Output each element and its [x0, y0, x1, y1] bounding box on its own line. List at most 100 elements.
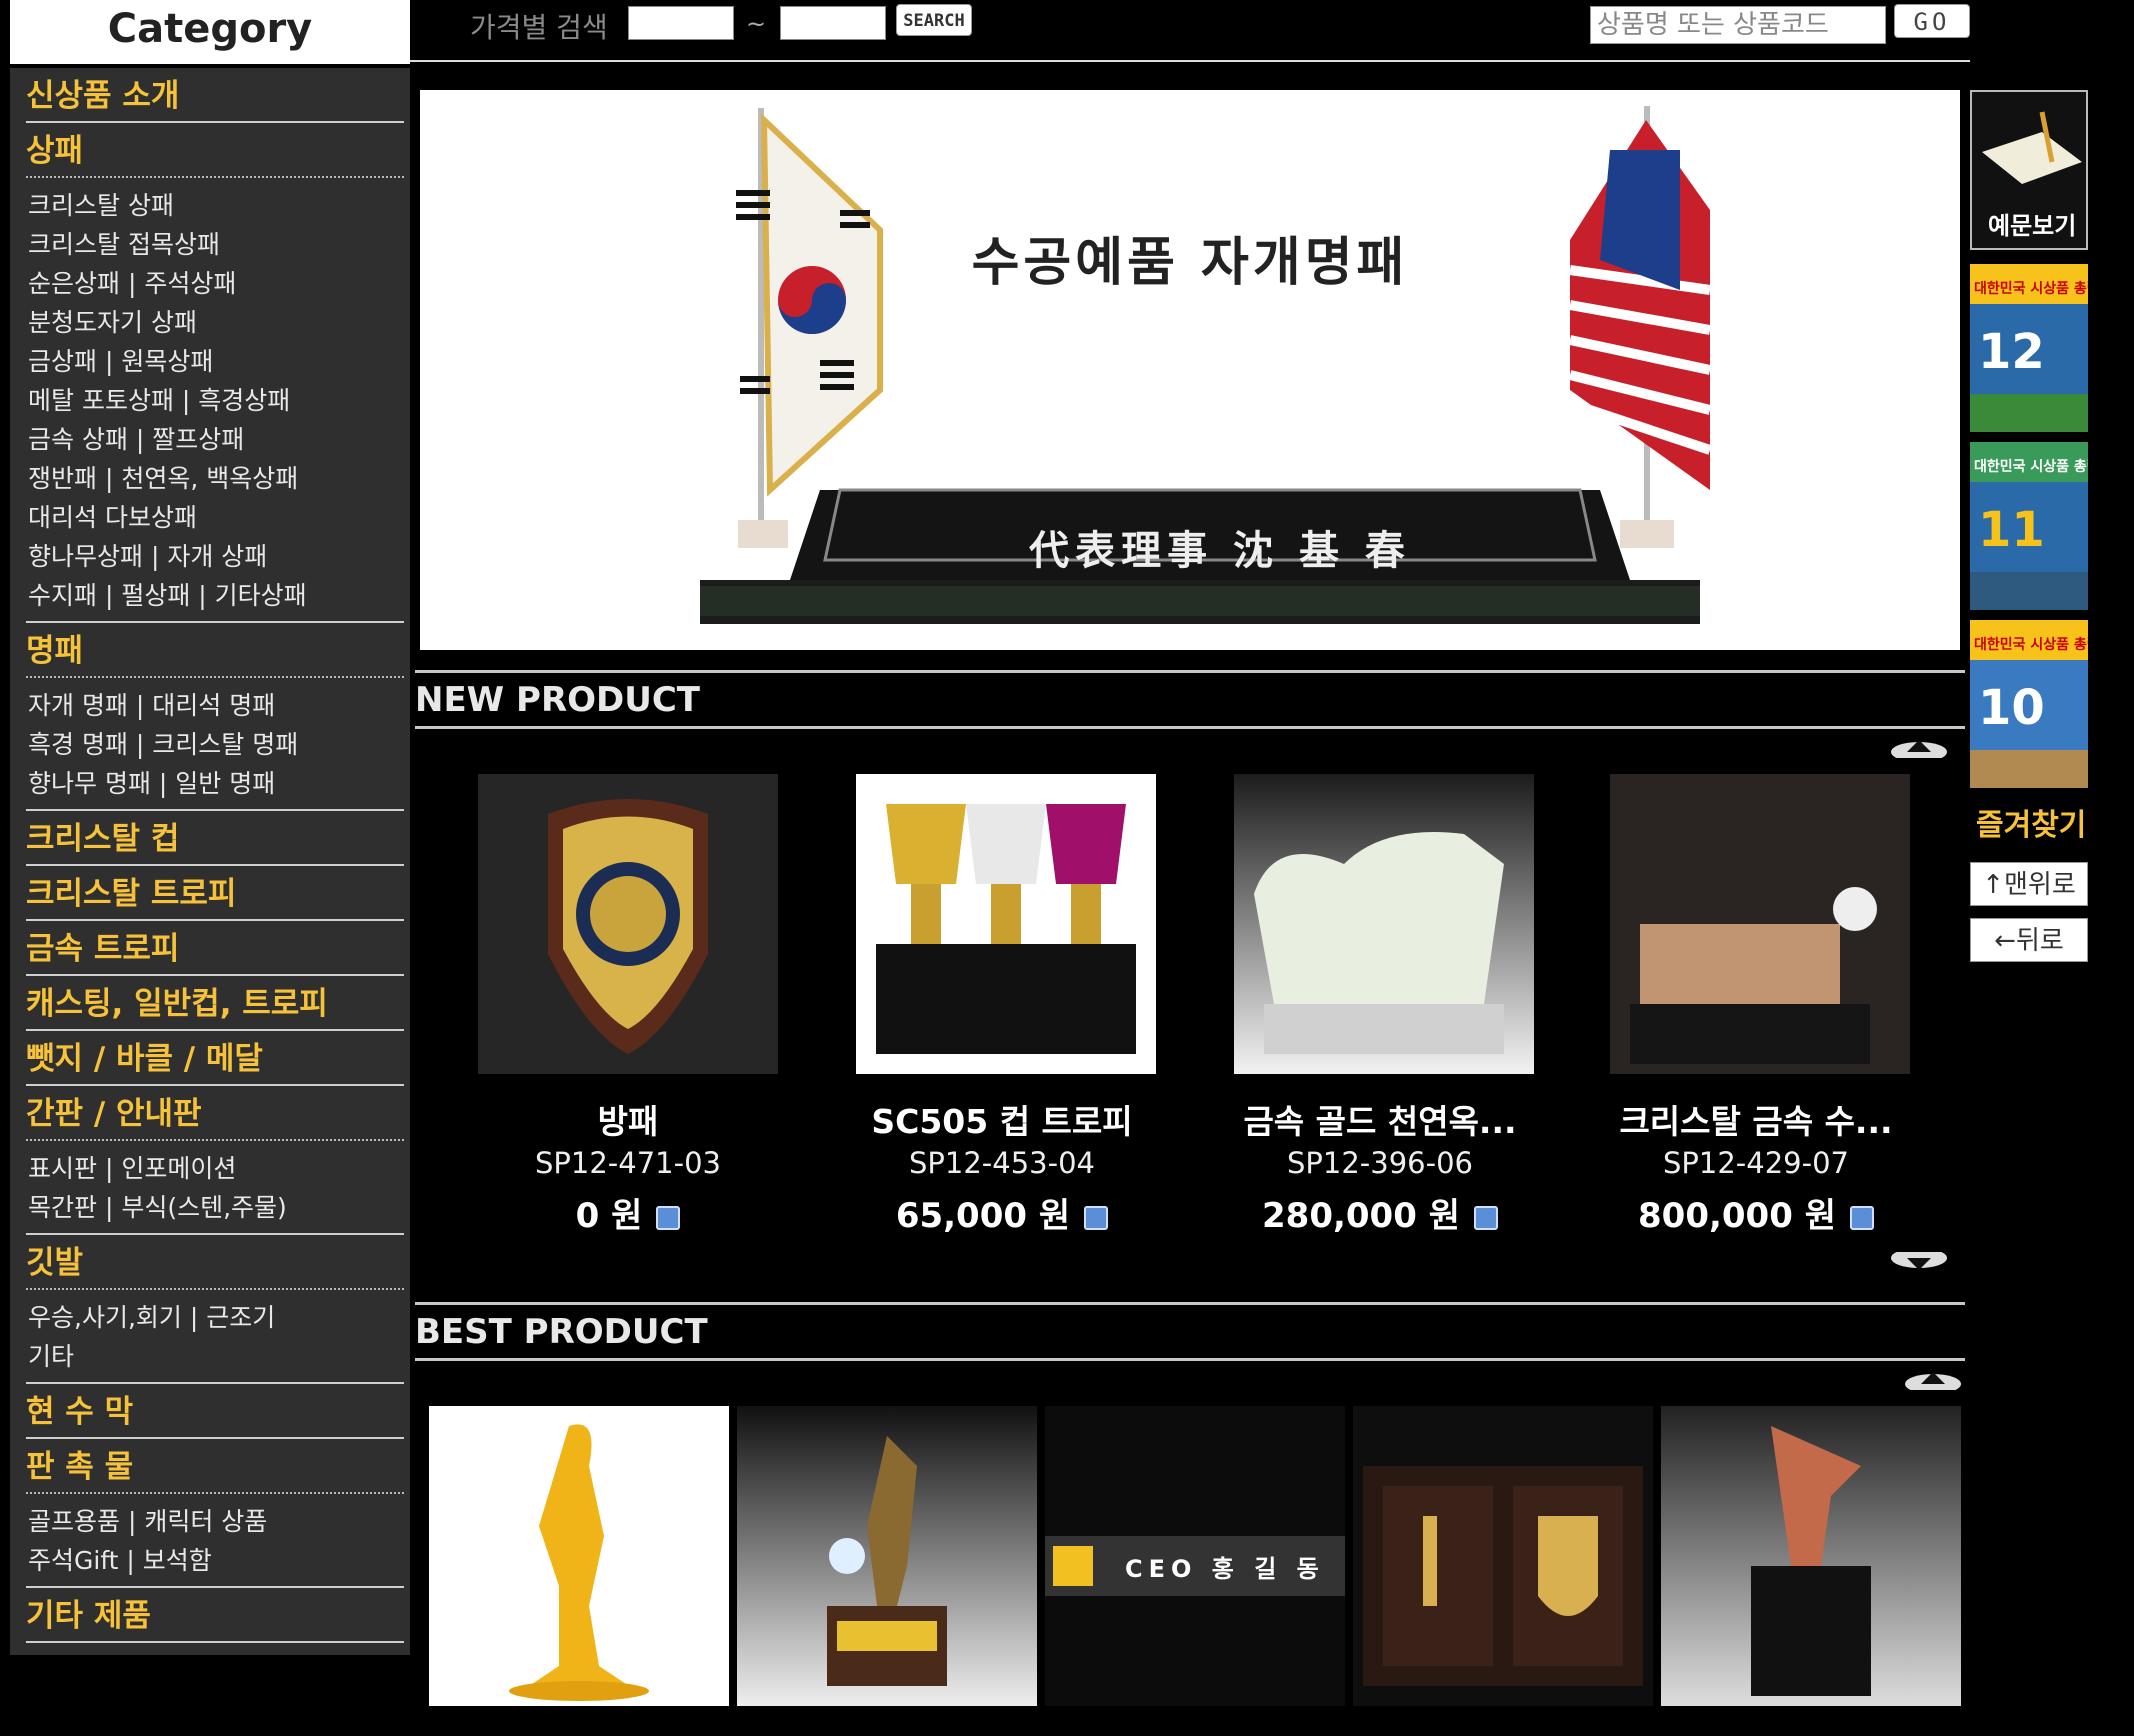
- sidebar-category-label: 간판 / 안내판: [26, 1096, 202, 1132]
- sidebar-subcategory[interactable]: 수지패 | 펄상패 | 기타상패: [28, 578, 307, 614]
- sidebar-divider: [26, 1084, 404, 1086]
- price-value: 800,000 원: [1638, 1196, 1836, 1236]
- sidebar-subcategory[interactable]: 금상패 | 원목상패: [28, 344, 213, 380]
- sidebar-category-label: 현 수 막: [26, 1394, 134, 1430]
- sidebar-subcategory[interactable]: 골프용품 | 캐릭터 상품: [28, 1504, 267, 1540]
- sidebar-subcategory[interactable]: 금속 상패 | 짤프상패: [28, 422, 244, 458]
- cart-icon[interactable]: [1473, 1205, 1498, 1230]
- sidebar-category[interactable]: 크리스탈 트로피: [26, 872, 396, 916]
- sidebar-subcategory[interactable]: 순은상패 | 주석상패: [28, 266, 236, 302]
- sidebar-subcategory[interactable]: 향나무 명패 | 일반 명패: [28, 766, 275, 802]
- price-max-input[interactable]: [780, 6, 886, 40]
- go-button[interactable]: GO: [1894, 4, 1970, 38]
- sidebar-subcategory[interactable]: 표시판 | 인포메이션: [28, 1151, 236, 1187]
- preview-label: 예문보기: [1988, 212, 2077, 240]
- sidebar-divider: [26, 176, 404, 178]
- sidebar-subcategory[interactable]: 흑경 명패 | 크리스탈 명패: [28, 727, 298, 763]
- product-name[interactable]: 방패: [448, 1095, 808, 1143]
- catalog-11-thumbnail[interactable]: 대한민국 시상품 총람 11 11호: [1970, 442, 2088, 610]
- product-name[interactable]: 크리스탈 금속 수...: [1576, 1095, 1936, 1143]
- sidebar-category[interactable]: 크리스탈 컵: [26, 817, 396, 861]
- catalog-10-thumbnail[interactable]: 대한민국 시상품 총람 10 10호: [1970, 620, 2088, 788]
- sidebar-category[interactable]: 명패: [26, 629, 396, 673]
- sidebar-divider: [26, 676, 404, 678]
- sidebar-category[interactable]: 금속 트로피: [26, 927, 396, 971]
- sidebar-divider: [26, 1437, 404, 1439]
- best-product-image[interactable]: [1661, 1406, 1961, 1706]
- best-product-bottom-line: [415, 1358, 1965, 1361]
- sidebar-category[interactable]: 신상품 소개: [26, 74, 396, 118]
- sidebar-divider: [26, 1233, 404, 1235]
- product-image[interactable]: [1610, 774, 1910, 1074]
- price-search-button[interactable]: SEARCH: [896, 4, 972, 36]
- best-product-image[interactable]: [1353, 1406, 1653, 1706]
- sidebar-category-label: 판 촉 물: [26, 1449, 134, 1485]
- sidebar-category[interactable]: 현 수 막: [26, 1390, 396, 1434]
- new-product-top-line: [415, 670, 1965, 673]
- main-banner[interactable]: 수공예품 자개명패 代表理事 沈 基 春: [420, 90, 1960, 650]
- product-code: SP12-396-06: [1287, 1146, 1473, 1180]
- product-search-input[interactable]: 상품명 또는 상품코드: [1590, 6, 1886, 44]
- sidebar-subcategory[interactable]: 자개 명패 | 대리석 명패: [28, 688, 275, 724]
- product-price: 0 원: [448, 1188, 808, 1237]
- sidebar-category-label: 크리스탈 컵: [26, 821, 180, 857]
- product-image[interactable]: [478, 774, 778, 1074]
- price-min-input[interactable]: [628, 6, 734, 40]
- scroll-up-icon[interactable]: [1890, 732, 1948, 758]
- price-value: 0 원: [575, 1196, 643, 1236]
- scroll-up-icon[interactable]: [1904, 1364, 1962, 1390]
- best-product-title: BEST PRODUCT: [415, 1312, 708, 1352]
- sidebar-category-label: 신상품 소개: [26, 78, 180, 114]
- product-name[interactable]: 금속 골드 천연옥...: [1200, 1095, 1560, 1143]
- sidebar-category[interactable]: 판 촉 물: [26, 1445, 396, 1489]
- to-top-button[interactable]: ↑맨위로: [1970, 862, 2088, 906]
- sidebar-subcategory[interactable]: 목간판 | 부식(스텐,주물): [28, 1190, 287, 1226]
- sidebar-subcategory[interactable]: 메탈 포토상패 | 흑경상패: [28, 383, 290, 419]
- catalog-10-banner-text: 대한민국 시상품 총람 10: [1974, 637, 2088, 653]
- sidebar-subcategory[interactable]: 기타: [28, 1339, 74, 1375]
- product-price: 800,000 원: [1576, 1188, 1936, 1237]
- best-product-image[interactable]: [737, 1406, 1037, 1706]
- product-price: 65,000 원: [822, 1188, 1182, 1237]
- sidebar-subcategory[interactable]: 쟁반패 | 천연옥, 백옥상패: [28, 461, 298, 497]
- sidebar-category[interactable]: 간판 / 안내판: [26, 1092, 396, 1136]
- preview-button[interactable]: 예문보기: [1970, 90, 2088, 250]
- product-image[interactable]: [856, 774, 1156, 1074]
- banner-title: 수공예품 자개명패: [971, 233, 1409, 293]
- sidebar-subcategory[interactable]: 크리스탈 상패: [28, 188, 174, 224]
- product-image[interactable]: [1234, 774, 1534, 1074]
- sidebar-subcategory[interactable]: 주석Gift | 보석함: [28, 1543, 212, 1579]
- best-product-image[interactable]: [429, 1406, 729, 1706]
- catalog-12-thumbnail[interactable]: 대한민국 시상품 총람 12 12호: [1970, 264, 2088, 432]
- cart-icon[interactable]: [1084, 1205, 1109, 1230]
- sidebar-category-label: 상패: [26, 133, 84, 169]
- sidebar-divider: [26, 1382, 404, 1384]
- price-value: 65,000 원: [895, 1196, 1071, 1236]
- scroll-down-icon[interactable]: [1890, 1252, 1948, 1278]
- sidebar-subcategory[interactable]: 우승,사기,회기 | 근조기: [28, 1300, 275, 1336]
- product-name[interactable]: SC505 컵 트로피: [822, 1095, 1182, 1143]
- sidebar-subcategory[interactable]: 향나무상패 | 자개 상패: [28, 539, 267, 575]
- cart-icon[interactable]: [656, 1205, 681, 1230]
- sidebar-category[interactable]: 기타 제품: [26, 1594, 396, 1638]
- sidebar-subcategory[interactable]: 대리석 다보상패: [28, 500, 197, 536]
- sidebar-subcategory[interactable]: 분청도자기 상패: [28, 305, 197, 341]
- sidebar-divider: [26, 621, 404, 623]
- sidebar-subcategory[interactable]: 크리스탈 접목상패: [28, 227, 220, 263]
- sidebar-category[interactable]: 깃발: [26, 1241, 396, 1285]
- sidebar-category[interactable]: 상패: [26, 129, 396, 173]
- top-divider: [410, 60, 1970, 62]
- sidebar-category[interactable]: 뺏지 / 바클 / 메달: [26, 1037, 396, 1081]
- cart-icon[interactable]: [1849, 1205, 1874, 1230]
- sidebar-category-label: 크리스탈 트로피: [26, 876, 237, 912]
- price-value: 280,000 원: [1262, 1196, 1460, 1236]
- best-product-image[interactable]: CEO 홍 길 동: [1045, 1406, 1345, 1706]
- sidebar-divider: [26, 1288, 404, 1290]
- sidebar-divider: [26, 1586, 404, 1588]
- product-code: SP12-429-07: [1663, 1146, 1849, 1180]
- back-button[interactable]: ←뒤로: [1970, 918, 2088, 962]
- sidebar-category[interactable]: 캐스팅, 일반컵, 트로피: [26, 982, 396, 1026]
- favorites-link[interactable]: 즐겨찾기: [1976, 800, 2086, 844]
- product-code: SP12-453-04: [909, 1146, 1095, 1180]
- new-product-bottom-line: [415, 726, 1965, 729]
